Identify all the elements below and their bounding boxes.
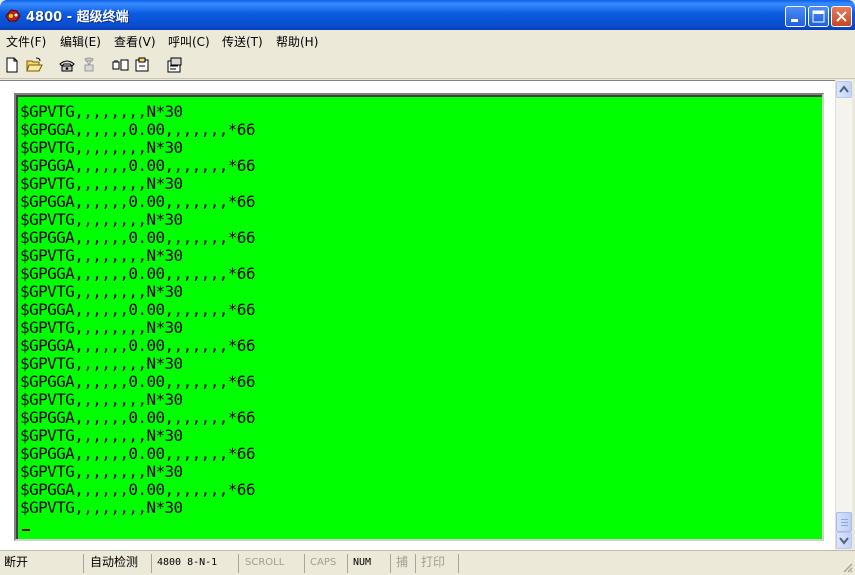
terminal-line: $GPGGA,,,,,,0.00,,,,,,,*66 — [20, 444, 255, 463]
minimize-icon — [791, 19, 798, 22]
terminal-line: $GPGGA,,,,,,0.00,,,,,,,*66 — [20, 480, 255, 499]
terminal-line: $GPGGA,,,,,,0.00,,,,,,,*66 — [20, 372, 255, 391]
close-icon — [836, 11, 847, 22]
terminal-line: $GPVTG,,,,,,,,N*30 — [20, 390, 183, 409]
terminal-line: $GPGGA,,,,,,0.00,,,,,,,*66 — [20, 264, 255, 283]
menu-help[interactable]: 帮助(H) — [276, 33, 318, 50]
maximize-button[interactable] — [808, 6, 829, 27]
status-scroll: SCROLL — [241, 554, 305, 573]
open-button[interactable] — [24, 55, 44, 75]
status-capture: 捕 — [392, 554, 416, 573]
terminal-line: $GPVTG,,,,,,,,N*30 — [20, 282, 183, 301]
disconnect-button[interactable] — [78, 55, 98, 75]
terminal-frame: $GPVTG,,,,,,,,N*30 $GPGGA,,,,,,0.00,,,,,… — [14, 93, 824, 541]
maximize-icon — [812, 10, 825, 23]
resize-grip-icon[interactable] — [841, 561, 853, 573]
text-cursor — [22, 529, 30, 531]
terminal-line: $GPVTG,,,,,,,,N*30 — [20, 246, 183, 265]
terminal-line: $GPGGA,,,,,,0.00,,,,,,,*66 — [20, 336, 255, 355]
scroll-thumb[interactable] — [836, 512, 852, 532]
send-file-icon — [112, 59, 129, 71]
terminal-line: $GPVTG,,,,,,,,N*30 — [20, 138, 183, 157]
new-connection-button[interactable] — [2, 55, 22, 75]
send-button[interactable] — [110, 55, 130, 75]
terminal-line: $GPGGA,,,,,,0.00,,,,,,,*66 — [20, 408, 255, 427]
receive-button[interactable] — [132, 55, 152, 75]
properties-button[interactable] — [164, 55, 184, 75]
menu-call[interactable]: 呼叫(C) — [168, 33, 210, 50]
terminal-line: $GPGGA,,,,,,0.00,,,,,,,*66 — [20, 120, 255, 139]
terminal-line: $GPVTG,,,,,,,,N*30 — [20, 318, 183, 337]
title-bar[interactable]: 4800 - 超级终端 — [0, 0, 855, 30]
minimize-button[interactable] — [785, 6, 806, 27]
window-title: 4800 - 超级终端 — [26, 10, 129, 25]
close-button[interactable] — [831, 6, 852, 27]
status-print: 打印 — [417, 554, 459, 573]
status-port-settings: 4800 8-N-1 — [153, 554, 239, 573]
hyperterminal-app-icon[interactable] — [4, 7, 22, 23]
toolbar — [0, 52, 855, 79]
terminal-line: $GPGGA,,,,,,0.00,,,,,,,*66 — [20, 156, 255, 175]
receive-file-icon — [135, 57, 149, 72]
call-button[interactable] — [56, 55, 76, 75]
arrow-up-icon — [839, 85, 849, 93]
status-caps: CAPS — [306, 554, 348, 573]
terminal-line: $GPVTG,,,,,,,,N*30 — [20, 174, 183, 193]
menu-transfer[interactable]: 传送(T) — [222, 33, 263, 50]
properties-icon — [167, 57, 182, 73]
menu-edit[interactable]: 编辑(E) — [60, 33, 101, 50]
open-folder-icon — [26, 57, 43, 72]
menu-bar: 文件(F) 编辑(E) 查看(V) 呼叫(C) 传送(T) 帮助(H) — [0, 30, 855, 52]
status-detect: 自动检测 — [86, 554, 152, 573]
menu-view[interactable]: 查看(V) — [114, 33, 156, 50]
terminal-line: $GPVTG,,,,,,,,N*30 — [20, 426, 183, 445]
terminal-client-area: $GPVTG,,,,,,,,N*30 $GPGGA,,,,,,0.00,,,,,… — [0, 80, 835, 550]
terminal-line: $GPVTG,,,,,,,,N*30 — [20, 462, 183, 481]
menu-file[interactable]: 文件(F) — [6, 33, 46, 50]
terminal-line: $GPGGA,,,,,,0.00,,,,,,,*66 — [20, 192, 255, 211]
terminal-screen[interactable]: $GPVTG,,,,,,,,N*30 $GPGGA,,,,,,0.00,,,,,… — [18, 97, 822, 539]
vertical-scrollbar[interactable] — [835, 80, 852, 550]
arrow-down-icon — [839, 537, 849, 545]
status-num: NUM — [349, 554, 391, 573]
scroll-down-button[interactable] — [836, 532, 852, 549]
terminal-line: $GPVTG,,,,,,,,N*30 — [20, 354, 183, 373]
terminal-line: $GPGGA,,,,,,0.00,,,,,,,*66 — [20, 300, 255, 319]
status-connection: 断开 — [0, 554, 84, 573]
scroll-up-button[interactable] — [836, 81, 852, 98]
terminal-line: $GPVTG,,,,,,,,N*30 — [20, 498, 183, 517]
status-bar: 断开 自动检测 4800 8-N-1 SCROLL CAPS NUM 捕 打印 — [0, 550, 855, 575]
call-phone-icon — [59, 60, 75, 72]
disconnect-phone-icon — [84, 57, 94, 72]
terminal-line: $GPVTG,,,,,,,,N*30 — [20, 102, 183, 121]
new-document-icon — [6, 57, 18, 73]
terminal-line: $GPVTG,,,,,,,,N*30 — [20, 210, 183, 229]
terminal-line: $GPGGA,,,,,,0.00,,,,,,,*66 — [20, 228, 255, 247]
